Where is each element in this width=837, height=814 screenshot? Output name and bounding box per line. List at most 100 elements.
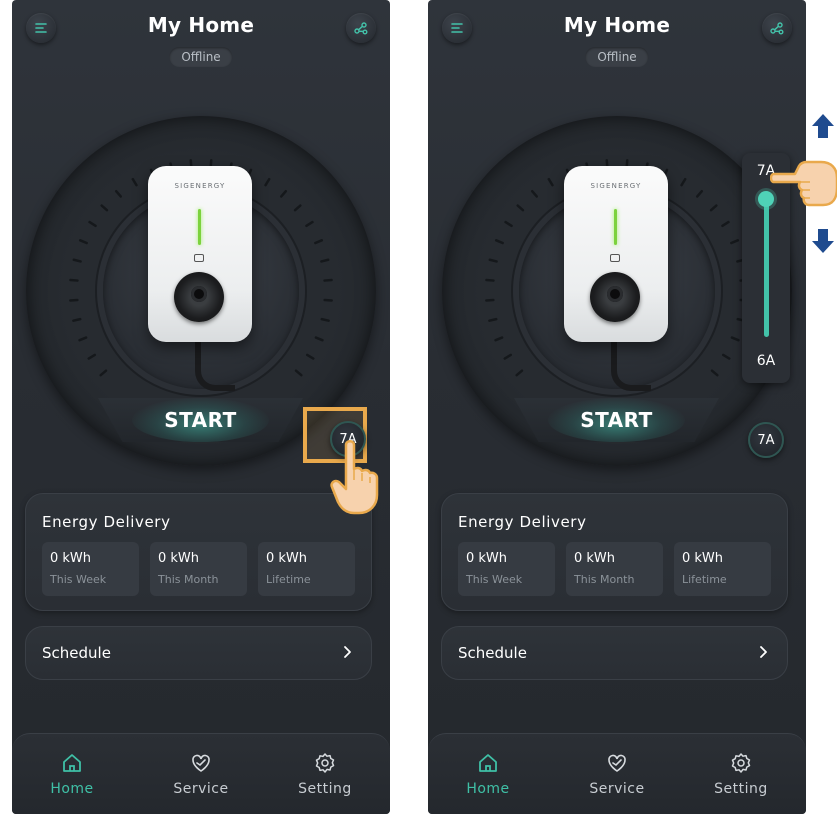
chevron-right-icon	[344, 646, 351, 658]
dial-tick	[515, 369, 524, 377]
status-led	[614, 209, 617, 245]
home-icon	[63, 754, 81, 772]
tab-service[interactable]: Service	[567, 747, 667, 807]
chevron-right-icon	[760, 646, 767, 658]
dial-tick	[494, 239, 504, 245]
dial-tick	[485, 298, 495, 302]
bottom-nav: Home Service Setting	[428, 733, 806, 814]
share-icon	[354, 22, 368, 35]
status-led	[198, 209, 201, 245]
tab-setting[interactable]: Setting	[275, 747, 375, 807]
stat-lifetime: 0 kWh Lifetime	[674, 542, 771, 596]
card-reader-icon	[194, 254, 204, 262]
service-heart-icon	[192, 754, 210, 772]
dial-tick	[131, 177, 138, 187]
stat-label: Lifetime	[266, 573, 311, 586]
share-icon	[770, 22, 784, 35]
dial-tick	[485, 278, 495, 282]
swipe-hand-icon	[770, 160, 837, 207]
dial-tick	[280, 189, 288, 198]
tab-label: Home	[466, 781, 510, 797]
dial-tick	[87, 353, 96, 360]
dial-tick	[264, 177, 271, 187]
dial-tick	[88, 220, 97, 228]
plug-icon	[590, 272, 640, 322]
dial-tick	[306, 353, 315, 360]
tab-label: Setting	[298, 781, 352, 797]
stat-this-month: 0 kWh This Month	[566, 542, 663, 596]
stat-lifetime: 0 kWh Lifetime	[258, 542, 355, 596]
share-button[interactable]	[346, 13, 376, 43]
stat-this-week: 0 kWh This Week	[42, 542, 139, 596]
start-button[interactable]: START	[132, 405, 269, 435]
stat-this-month: 0 kWh This Month	[150, 542, 247, 596]
dial-tick	[721, 220, 730, 228]
page-title: My Home	[563, 13, 671, 37]
slider-track[interactable]	[764, 197, 769, 337]
tab-home[interactable]: Home	[22, 747, 122, 807]
tab-label: Service	[173, 781, 229, 797]
schedule-row[interactable]: Schedule	[25, 626, 372, 680]
dial-tick	[323, 278, 333, 282]
dial-tick	[72, 258, 82, 263]
dial-tick	[516, 204, 525, 212]
tab-label: Setting	[714, 781, 768, 797]
dial-tick	[69, 278, 79, 282]
dial-tick	[314, 336, 324, 342]
stat-label: Lifetime	[682, 573, 727, 586]
stat-value: 0 kWh	[50, 551, 92, 566]
dial-tick	[314, 239, 324, 245]
stat-label: This Week	[466, 573, 523, 586]
energy-title: Energy Delivery	[42, 513, 171, 531]
charger-brand: SIGENERGY	[590, 182, 642, 190]
charger-device: SIGENERGY	[148, 166, 252, 342]
dial-tick	[294, 369, 303, 377]
stat-value: 0 kWh	[682, 551, 724, 566]
dial-tick	[78, 239, 88, 245]
dial-tick	[730, 239, 740, 245]
home-icon	[479, 754, 497, 772]
service-heart-icon	[608, 754, 626, 772]
share-button[interactable]	[762, 13, 792, 43]
dial-tick	[547, 177, 554, 187]
schedule-row[interactable]: Schedule	[441, 626, 788, 680]
card-reader-icon	[610, 254, 620, 262]
dial-tick	[69, 298, 79, 302]
dial-tick	[100, 204, 109, 212]
slider-fill	[764, 197, 769, 337]
dial-tick	[293, 204, 302, 212]
schedule-label: Schedule	[42, 644, 111, 662]
dial-tick	[320, 258, 330, 263]
charger-device: SIGENERGY	[564, 166, 668, 342]
stat-this-week: 0 kWh This Week	[458, 542, 555, 596]
dial-tick	[530, 189, 538, 198]
dial-tick	[710, 369, 719, 377]
dial-tick	[99, 369, 108, 377]
arrow-up-icon	[812, 114, 834, 138]
stat-label: This Week	[50, 573, 107, 586]
dial-tick	[504, 220, 513, 228]
dial-tick	[305, 220, 314, 228]
dial-tick	[730, 336, 740, 342]
current-button[interactable]: 7A	[748, 422, 784, 458]
energy-title: Energy Delivery	[458, 513, 587, 531]
tab-home[interactable]: Home	[438, 747, 538, 807]
gear-icon	[315, 753, 335, 773]
tab-label: Service	[589, 781, 645, 797]
bottom-nav: Home Service Setting	[12, 733, 390, 814]
stat-value: 0 kWh	[158, 551, 200, 566]
start-button[interactable]: START	[548, 405, 685, 435]
slider-min-label: 6A	[756, 353, 776, 369]
dial-tick	[722, 353, 731, 360]
arrow-down-icon	[812, 229, 834, 253]
status-badge: Offline	[169, 47, 233, 67]
stat-value: 0 kWh	[466, 551, 508, 566]
stat-value: 0 kWh	[266, 551, 308, 566]
stat-value: 0 kWh	[574, 551, 616, 566]
dial-tick	[72, 317, 82, 322]
phone-screen-right: My Home Offline SIGENERGY START Energy D…	[428, 0, 806, 814]
stat-label: This Month	[158, 573, 219, 586]
tab-setting[interactable]: Setting	[691, 747, 791, 807]
tab-service[interactable]: Service	[151, 747, 251, 807]
dial-tick	[114, 189, 122, 198]
